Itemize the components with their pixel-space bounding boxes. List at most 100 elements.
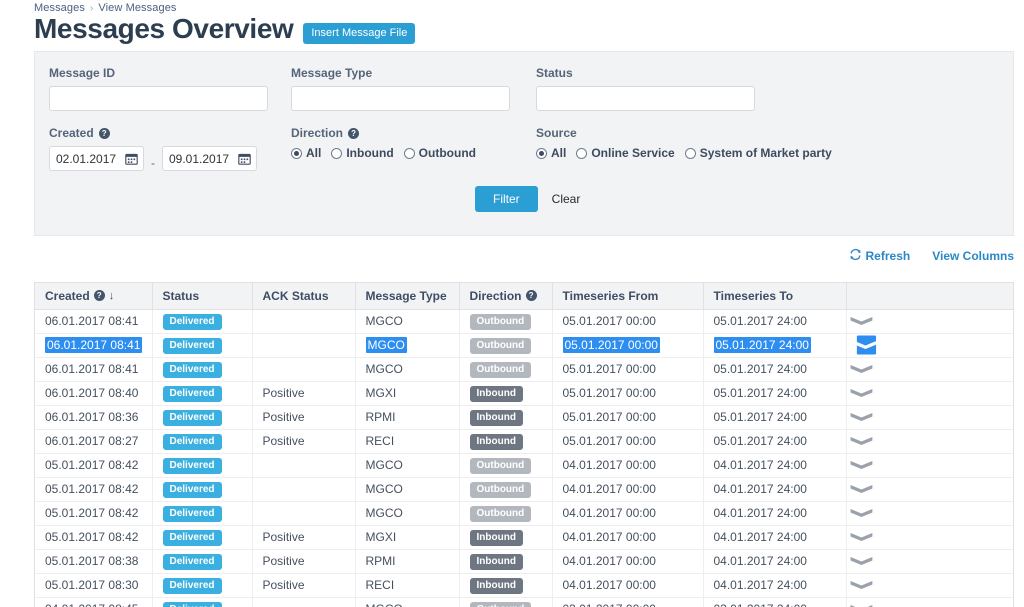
- table-row[interactable]: 06.01.2017 08:36 Delivered Positive RPMI Inb…: [35, 405, 1013, 430]
- column-header-message-type[interactable]: Message Type: [355, 283, 460, 310]
- insert-message-file-button[interactable]: Insert Message File: [303, 22, 416, 44]
- cell-timeseries-from: 05.01.2017 00:00: [552, 357, 704, 382]
- chevron-down-icon[interactable]: ❯: [851, 604, 875, 607]
- chevron-down-icon[interactable]: ❯: [851, 460, 875, 471]
- table-row[interactable]: 06.01.2017 08:41 Delivered MGCO Outbound 05.…: [35, 357, 1013, 382]
- chevron-down-icon[interactable]: ❯: [855, 335, 879, 355]
- calendar-icon[interactable]: [236, 150, 253, 167]
- cell-expand[interactable]: ❯: [846, 477, 1013, 502]
- cell-direction: Outbound: [459, 333, 553, 358]
- cell-created: 06.01.2017 08:41: [35, 357, 153, 382]
- column-header-timeseries-to[interactable]: Timeseries To: [703, 283, 847, 310]
- chevron-down-icon[interactable]: ❯: [851, 580, 875, 591]
- cell-expand[interactable]: ❯: [846, 405, 1013, 430]
- radio-icon: [576, 147, 588, 159]
- chevron-down-icon[interactable]: ❯: [851, 388, 875, 399]
- source-radio-all[interactable]: All: [536, 146, 566, 160]
- chevron-down-icon[interactable]: ❯: [851, 532, 875, 543]
- table-row[interactable]: 06.01.2017 08:27 Delivered Positive RECI Inb…: [35, 429, 1013, 454]
- source-radio-system-of-market-party[interactable]: System of Market party: [684, 146, 832, 160]
- cell-timeseries-to: 05.01.2017 24:00: [703, 357, 847, 382]
- filter-button[interactable]: Filter: [475, 186, 538, 212]
- created-to-input[interactable]: [163, 147, 233, 170]
- table-row[interactable]: 05.01.2017 08:42 Delivered Positive MGXI Inb…: [35, 525, 1013, 550]
- created-from-input[interactable]: [50, 147, 120, 170]
- chevron-down-icon[interactable]: ❯: [851, 436, 875, 447]
- radio-icon: [331, 147, 343, 159]
- help-icon[interactable]: ?: [98, 127, 110, 139]
- message-type-input[interactable]: [291, 86, 510, 111]
- column-header-label: Status: [162, 288, 200, 303]
- chevron-down-icon[interactable]: ❯: [851, 412, 875, 423]
- table-row[interactable]: 05.01.2017 08:42 Delivered MGCO Outbound 04.…: [35, 501, 1013, 526]
- cell-message-type: RPMI: [355, 549, 460, 574]
- cell-status: Delivered: [152, 477, 253, 502]
- cell-status: Delivered: [152, 597, 253, 607]
- radio-icon: [291, 147, 302, 159]
- column-header-created[interactable]: Created ? ↓: [35, 283, 153, 310]
- column-header-status[interactable]: Status: [152, 283, 253, 310]
- created-from-box: [49, 146, 144, 171]
- column-header-ack-status[interactable]: ACK Status: [252, 283, 356, 310]
- cell-expand[interactable]: ❯: [846, 525, 1013, 550]
- cell-expand[interactable]: ❯: [846, 357, 1013, 382]
- cell-timeseries-from: 04.01.2017 00:00: [552, 477, 704, 502]
- cell-created: 05.01.2017 08:30: [35, 573, 153, 598]
- direction-radio-inbound[interactable]: Inbound: [331, 146, 394, 160]
- chevron-down-icon[interactable]: ❯: [851, 556, 875, 567]
- cell-created: 05.01.2017 08:42: [35, 501, 153, 526]
- sort-descending-icon[interactable]: ↓: [109, 290, 115, 302]
- table-row[interactable]: 05.01.2017 08:30 Delivered Positive RECI Inb…: [35, 573, 1013, 598]
- messages-overview-page: Messages › View Messages Messages Overview…: [0, 0, 1024, 607]
- column-header-timeseries-from[interactable]: Timeseries From: [552, 283, 704, 310]
- cell-expand[interactable]: ❯: [846, 429, 1013, 454]
- table-row[interactable]: 05.01.2017 08:38 Delivered Positive RPMI Inb…: [35, 549, 1013, 574]
- cell-direction: Outbound: [459, 357, 553, 382]
- table-row[interactable]: 06.01.2017 08:41 Delivered MGCO Outbound 05.…: [35, 309, 1013, 334]
- help-icon[interactable]: ?: [93, 290, 105, 302]
- cell-expand[interactable]: ❯: [846, 597, 1013, 607]
- source-radio-online-service[interactable]: Online Service: [576, 146, 675, 160]
- help-icon[interactable]: ?: [348, 127, 360, 139]
- cell-expand[interactable]: ❯: [846, 453, 1013, 478]
- help-icon[interactable]: ?: [525, 290, 537, 302]
- messages-table-container[interactable]: Created ? ↓ Status ACK Status Message Ty…: [34, 282, 1014, 607]
- cell-expand[interactable]: ❯: [846, 333, 1013, 358]
- cell-timeseries-from: 04.01.2017 00:00: [552, 525, 704, 550]
- table-row[interactable]: 06.01.2017 08:40 Delivered Positive MGXI Inb…: [35, 381, 1013, 406]
- cell-timeseries-from: 05.01.2017 00:00: [552, 429, 704, 454]
- cell-expand[interactable]: ❯: [846, 549, 1013, 574]
- cell-direction: Inbound: [459, 381, 553, 406]
- chevron-down-icon[interactable]: ❯: [851, 364, 875, 375]
- column-header-label: Message Type: [365, 288, 447, 303]
- cell-expand[interactable]: ❯: [846, 381, 1013, 406]
- cell-direction: Outbound: [459, 477, 553, 502]
- chevron-down-icon[interactable]: ❯: [851, 484, 875, 495]
- cell-expand[interactable]: ❯: [846, 309, 1013, 334]
- refresh-button[interactable]: Refresh: [849, 248, 910, 264]
- cell-status: Delivered: [152, 453, 253, 478]
- cell-created: 05.01.2017 08:38: [35, 549, 153, 574]
- cell-timeseries-from: 05.01.2017 00:00: [552, 381, 704, 406]
- table-row[interactable]: 05.01.2017 08:42 Delivered MGCO Outbound 04.…: [35, 477, 1013, 502]
- cell-message-type: MGXI: [355, 525, 460, 550]
- cell-expand[interactable]: ❯: [846, 501, 1013, 526]
- message-id-input[interactable]: [49, 86, 268, 111]
- cell-expand[interactable]: ❯: [846, 573, 1013, 598]
- table-row[interactable]: 04.01.2017 08:45DeliveredMGCOOutbound03.…: [35, 597, 1013, 607]
- calendar-icon[interactable]: [123, 150, 140, 167]
- messages-table-body: 06.01.2017 08:41 Delivered MGCO Outbound 05.…: [35, 309, 1013, 607]
- cell-created: 04.01.2017 08:45: [35, 597, 153, 607]
- cell-direction: Inbound: [459, 525, 553, 550]
- table-row[interactable]: 06.01.2017 08:41 Delivered MGCO Outbound 05.…: [35, 333, 1013, 358]
- table-row[interactable]: 05.01.2017 08:42 Delivered MGCO Outbound 04.…: [35, 453, 1013, 478]
- chevron-down-icon[interactable]: ❯: [851, 316, 875, 327]
- direction-label-text: Direction: [291, 126, 344, 140]
- view-columns-button[interactable]: View Columns: [932, 249, 1014, 263]
- status-input[interactable]: [536, 86, 755, 111]
- direction-radio-outbound[interactable]: Outbound: [403, 146, 476, 160]
- clear-button[interactable]: Clear: [542, 186, 591, 212]
- chevron-down-icon[interactable]: ❯: [851, 508, 875, 519]
- column-header-direction[interactable]: Direction ?: [459, 283, 553, 310]
- direction-radio-all[interactable]: All: [291, 146, 321, 160]
